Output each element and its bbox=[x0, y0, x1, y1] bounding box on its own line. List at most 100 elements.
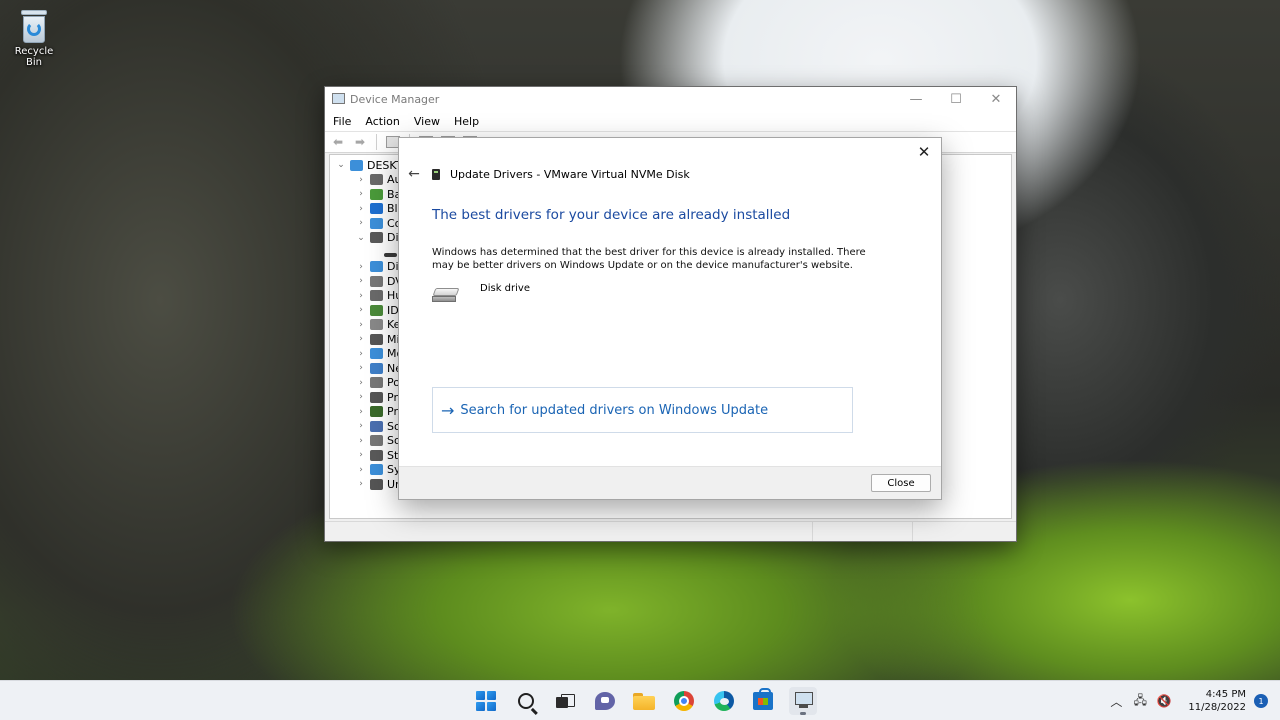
expand-chevron-icon[interactable]: › bbox=[354, 175, 368, 185]
expand-chevron-icon[interactable]: › bbox=[354, 363, 368, 373]
device-manager-titlebar[interactable]: Device Manager — ☐ ✕ bbox=[325, 87, 1016, 111]
taskbar-edge-button[interactable] bbox=[710, 687, 738, 715]
back-arrow-icon: ← bbox=[408, 166, 420, 182]
search-windows-update-option[interactable]: → Search for updated drivers on Windows … bbox=[432, 387, 853, 433]
close-icon: ✕ bbox=[990, 91, 1002, 107]
windows-start-icon bbox=[476, 691, 496, 711]
expand-chevron-icon[interactable]: › bbox=[354, 320, 368, 330]
dialog-close-x-button[interactable]: ✕ bbox=[913, 142, 935, 162]
collapse-chevron-icon[interactable]: ⌄ bbox=[334, 160, 348, 170]
maximize-button[interactable]: ☐ bbox=[936, 87, 976, 111]
taskbar: ︿ 🖧 🔇 4:45 PM 11/28/2022 1 bbox=[0, 680, 1280, 720]
device-category-icon bbox=[370, 348, 383, 360]
recycle-bin-desktop-icon[interactable]: Recycle Bin bbox=[6, 6, 62, 68]
expand-chevron-icon[interactable]: › bbox=[354, 204, 368, 214]
expand-chevron-icon[interactable]: › bbox=[354, 392, 368, 402]
teams-chat-icon bbox=[594, 692, 615, 710]
status-bar bbox=[325, 521, 1016, 541]
clock-date: 11/28/2022 bbox=[1188, 702, 1246, 713]
expand-chevron-icon[interactable]: › bbox=[354, 349, 368, 359]
dialog-back-button[interactable]: ← bbox=[405, 166, 423, 182]
device-category-icon bbox=[370, 319, 383, 331]
taskbar-task-view-button[interactable] bbox=[551, 687, 579, 715]
expand-chevron-icon[interactable]: › bbox=[354, 291, 368, 301]
update-drivers-dialog: ✕ ← Update Drivers - VMware Virtual NVMe… bbox=[398, 137, 942, 500]
device-category-icon bbox=[370, 362, 383, 374]
edge-icon bbox=[713, 691, 734, 711]
toolbar-separator bbox=[376, 134, 377, 150]
collapse-chevron-icon[interactable]: ⌄ bbox=[354, 233, 368, 243]
forward-toolbar-button[interactable]: ➡ bbox=[351, 134, 369, 150]
device-category-icon bbox=[370, 188, 383, 200]
taskbar-search-button[interactable] bbox=[512, 687, 540, 715]
search-windows-update-label: Search for updated drivers on Windows Up… bbox=[460, 402, 769, 418]
maximize-icon: ☐ bbox=[950, 91, 962, 107]
device-category-icon bbox=[370, 261, 383, 273]
taskbar-chrome-button[interactable] bbox=[670, 687, 698, 715]
status-cell bbox=[813, 522, 913, 541]
volume-button[interactable]: 🔇 bbox=[1154, 691, 1174, 711]
close-button[interactable]: Close bbox=[871, 474, 931, 492]
dialog-header-title: Update Drivers - VMware Virtual NVMe Dis… bbox=[450, 168, 690, 181]
show-hidden-icons-button[interactable]: ︿ bbox=[1106, 691, 1126, 711]
expand-chevron-icon[interactable]: › bbox=[354, 262, 368, 272]
device-category-icon bbox=[370, 377, 383, 389]
back-toolbar-button[interactable]: ⬅ bbox=[329, 134, 347, 150]
expand-chevron-icon[interactable]: › bbox=[354, 450, 368, 460]
device-category-icon bbox=[370, 333, 383, 345]
expand-chevron-icon[interactable]: › bbox=[354, 407, 368, 417]
window-title: Device Manager bbox=[350, 92, 440, 106]
minimize-icon: — bbox=[909, 91, 923, 107]
expand-chevron-icon[interactable]: › bbox=[354, 421, 368, 431]
taskbar-teams-chat-button[interactable] bbox=[591, 687, 619, 715]
expand-chevron-icon[interactable]: › bbox=[354, 305, 368, 315]
arrow-right-icon: ➡ bbox=[354, 135, 366, 149]
folder-icon bbox=[633, 692, 656, 710]
expand-chevron-icon[interactable]: › bbox=[354, 276, 368, 286]
recycle-bin-label: Recycle Bin bbox=[14, 46, 54, 68]
menu-file[interactable]: File bbox=[333, 115, 351, 128]
arrow-left-icon: ⬅ bbox=[332, 135, 344, 149]
device-category-icon bbox=[384, 253, 397, 258]
notification-badge[interactable]: 1 bbox=[1254, 694, 1268, 708]
clock[interactable]: 4:45 PM 11/28/2022 bbox=[1188, 688, 1246, 714]
search-icon bbox=[517, 693, 534, 709]
network-button[interactable]: 🖧 bbox=[1130, 691, 1150, 711]
close-window-button[interactable]: ✕ bbox=[976, 87, 1016, 111]
chrome-icon bbox=[673, 691, 694, 711]
chevron-up-icon: ︿ bbox=[1110, 694, 1123, 709]
device-manager-app-icon bbox=[332, 93, 345, 104]
expand-chevron-icon[interactable]: › bbox=[354, 465, 368, 475]
taskbar-start-button[interactable] bbox=[472, 687, 500, 715]
menu-action[interactable]: Action bbox=[365, 115, 399, 128]
taskbar-device-manager-button[interactable] bbox=[788, 687, 817, 715]
expand-chevron-icon[interactable]: › bbox=[354, 218, 368, 228]
device-category-icon bbox=[370, 232, 383, 244]
device-category-icon bbox=[370, 275, 383, 287]
disk-drive-icon bbox=[432, 288, 460, 304]
expand-chevron-icon[interactable]: › bbox=[354, 189, 368, 199]
device-category-icon bbox=[370, 464, 383, 476]
expand-chevron-icon[interactable]: › bbox=[354, 334, 368, 344]
volume-muted-icon: 🔇 bbox=[1156, 694, 1172, 708]
menu-view[interactable]: View bbox=[414, 115, 440, 128]
device-category-icon bbox=[370, 391, 383, 403]
device-row: Disk drive bbox=[432, 282, 530, 304]
task-view-icon bbox=[556, 694, 576, 708]
dialog-header: Update Drivers - VMware Virtual NVMe Dis… bbox=[432, 168, 690, 181]
minimize-button[interactable]: — bbox=[896, 87, 936, 111]
taskbar-store-button[interactable] bbox=[749, 687, 777, 715]
device-category-icon bbox=[370, 449, 383, 461]
taskbar-file-explorer-button[interactable] bbox=[630, 687, 658, 715]
menu-help[interactable]: Help bbox=[454, 115, 479, 128]
device-category-icon bbox=[370, 478, 383, 490]
taskbar-apps bbox=[472, 687, 817, 715]
device-category-icon bbox=[370, 174, 383, 186]
expand-chevron-icon[interactable]: › bbox=[354, 479, 368, 489]
disk-icon bbox=[432, 169, 440, 180]
expand-chevron-icon[interactable]: › bbox=[354, 436, 368, 446]
status-cell bbox=[325, 522, 813, 541]
recycle-bin-icon bbox=[19, 10, 49, 44]
expand-chevron-icon[interactable]: › bbox=[354, 378, 368, 388]
device-category-icon bbox=[370, 420, 383, 432]
